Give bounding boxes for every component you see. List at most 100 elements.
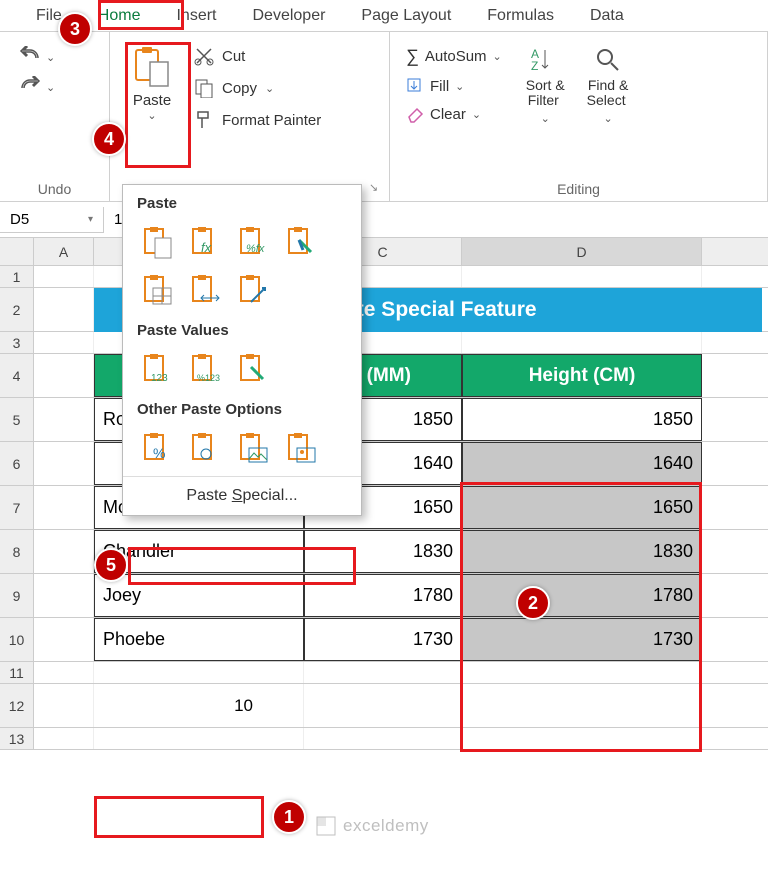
chevron-down-icon: ⌄	[147, 109, 156, 122]
paste-formatting[interactable]: %	[137, 428, 179, 470]
row-header-7[interactable]: 7	[0, 486, 34, 529]
callout-2: 2	[516, 586, 550, 620]
svg-text:fx: fx	[201, 240, 212, 255]
paste-values-title: Paste Values	[123, 318, 361, 343]
name-box-value: D5	[10, 211, 29, 228]
clear-label: Clear	[430, 106, 466, 123]
paste-special-menu-item[interactable]: Paste Special...	[123, 476, 361, 515]
tab-formulas[interactable]: Formulas	[469, 1, 572, 31]
paste-option-formulas-number[interactable]: %fx	[233, 222, 275, 264]
sort-filter-button[interactable]: AZ Sort & Filter ⌄	[526, 46, 565, 125]
table-cell[interactable]: 1650	[462, 486, 702, 529]
fill-button[interactable]: Fill ⌄	[406, 77, 502, 95]
undo-button[interactable]: ⌄	[18, 46, 55, 68]
paste-option-transpose[interactable]	[233, 270, 275, 312]
paste-values[interactable]: 123	[137, 349, 179, 391]
callout-4: 4	[92, 122, 126, 156]
fill-label: Fill	[430, 78, 449, 95]
redo-button[interactable]: ⌄	[18, 76, 55, 98]
svg-text:123: 123	[151, 373, 168, 384]
paste-linked-picture[interactable]	[281, 428, 323, 470]
tab-data[interactable]: Data	[572, 1, 642, 31]
clear-button[interactable]: Clear ⌄	[406, 105, 502, 123]
select-all-corner[interactable]	[0, 238, 34, 265]
autosum-label: AutoSum	[425, 48, 487, 65]
fill-down-icon	[406, 77, 424, 95]
table-cell[interactable]: Phoebe	[94, 618, 304, 661]
search-icon	[594, 46, 622, 74]
table-cell[interactable]: 1780	[462, 574, 702, 617]
paste-option-formulas[interactable]: fx	[185, 222, 227, 264]
row-header-9[interactable]: 9	[0, 574, 34, 617]
paste-option-keep-source[interactable]	[281, 222, 323, 264]
svg-text:%123: %123	[197, 373, 220, 383]
row-header-8[interactable]: 8	[0, 530, 34, 573]
divisor-cell[interactable]: 10	[94, 684, 304, 727]
clipboard-dialog-launcher[interactable]: ↘	[369, 181, 383, 195]
copy-button[interactable]: Copy ⌄	[194, 78, 321, 98]
ribbon: ⌄ ⌄ Undo Paste ⌄ Cut	[0, 32, 768, 202]
spreadsheet-grid: A B C D 1 2 Paste Special Feature 3 4 t …	[0, 238, 768, 750]
tab-page-layout[interactable]: Page Layout	[343, 1, 469, 31]
watermark: exceldemy	[315, 815, 429, 837]
table-cell[interactable]: Joey	[94, 574, 304, 617]
row-header-10[interactable]: 10	[0, 618, 34, 661]
autosum-button[interactable]: ∑AutoSum ⌄	[406, 46, 502, 67]
scissors-icon	[194, 46, 214, 66]
svg-text:%: %	[153, 445, 165, 461]
col-header-D[interactable]: D	[462, 238, 702, 265]
other-paste-title: Other Paste Options	[123, 397, 361, 422]
row-header-11[interactable]: 11	[0, 662, 34, 683]
paste-picture[interactable]	[233, 428, 275, 470]
table-cell[interactable]: 1730	[304, 618, 462, 661]
paste-values-source[interactable]	[233, 349, 275, 391]
tab-developer[interactable]: Developer	[234, 1, 343, 31]
paste-label: Paste	[133, 92, 171, 109]
callout-3: 3	[58, 12, 92, 46]
row-header-13[interactable]: 13	[0, 728, 34, 749]
svg-text:%fx: %fx	[246, 243, 265, 255]
row-header-1[interactable]: 1	[0, 266, 34, 287]
watermark-text: exceldemy	[343, 816, 429, 836]
callout-1: 1	[272, 800, 306, 834]
table-cell[interactable]: 1780	[304, 574, 462, 617]
paste-dropdown-menu: Paste fx %fx Paste Values 123 %123 Other…	[122, 184, 362, 516]
copy-label: Copy	[222, 80, 257, 97]
paste-option-no-borders[interactable]	[137, 270, 179, 312]
table-cell[interactable]: 1850	[462, 398, 702, 441]
cut-button[interactable]: Cut	[194, 46, 321, 66]
table-header-cm: Height (CM)	[462, 354, 702, 397]
row-header-6[interactable]: 6	[0, 442, 34, 485]
name-box[interactable]: D5▾	[0, 207, 104, 233]
sort-filter-icon: AZ	[531, 46, 559, 74]
format-painter-button[interactable]: Format Painter	[194, 110, 321, 130]
exceldemy-icon	[315, 815, 337, 837]
table-cell[interactable]: 1730	[462, 618, 702, 661]
paste-option-column-widths[interactable]	[185, 270, 227, 312]
table-cell[interactable]: 1830	[304, 530, 462, 573]
row-header-4[interactable]: 4	[0, 354, 34, 397]
row-header-12[interactable]: 12	[0, 684, 34, 727]
paste-option-all[interactable]	[137, 222, 179, 264]
table-cell[interactable]: 1830	[462, 530, 702, 573]
eraser-icon	[406, 105, 424, 123]
group-label-undo: Undo	[10, 177, 99, 197]
callout-5: 5	[94, 548, 128, 582]
paste-values-number[interactable]: %123	[185, 349, 227, 391]
paste-menu-title: Paste	[123, 191, 361, 216]
col-header-A[interactable]: A	[34, 238, 94, 265]
format-painter-label: Format Painter	[222, 112, 321, 129]
ribbon-tabs: File Home Insert Developer Page Layout F…	[0, 0, 768, 32]
paste-link[interactable]	[185, 428, 227, 470]
paste-button[interactable]: Paste ⌄	[120, 40, 184, 130]
paste-icon	[132, 46, 172, 90]
table-cell[interactable]: 1640	[462, 442, 702, 485]
row-header-2[interactable]: 2	[0, 288, 34, 331]
row-header-5[interactable]: 5	[0, 398, 34, 441]
find-select-button[interactable]: Find & Select ⌄	[587, 46, 630, 125]
tab-insert[interactable]: Insert	[158, 1, 234, 31]
redo-icon	[18, 76, 44, 98]
highlight-divisor	[94, 796, 264, 838]
row-header-3[interactable]: 3	[0, 332, 34, 353]
formula-bar: D5▾ 1850	[0, 202, 768, 238]
